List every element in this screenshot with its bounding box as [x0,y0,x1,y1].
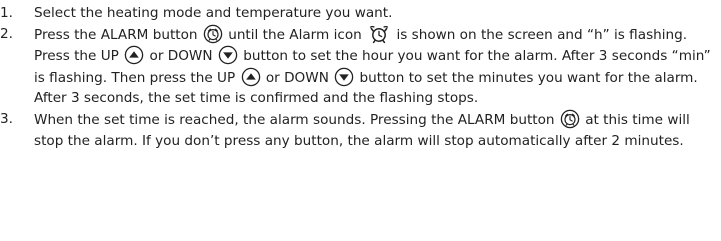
step-text: Press the ALARM button [34,26,198,43]
alarm-button-icon [560,109,580,129]
step-3: 3. When the set time is reached, the ala… [0,109,721,151]
instructions: 1. Select the heating mode and temperatu… [0,0,721,151]
down-arrow-button-icon [334,67,354,87]
up-arrow-button-icon [241,67,261,87]
step-number: 3. [0,110,13,127]
step-text: until the Alarm icon [228,26,362,43]
steps-list: 1. Select the heating mode and temperatu… [0,3,721,151]
alarm-clock-icon [367,24,391,44]
step-number: 1. [0,5,13,21]
step-text: or DOWN [265,69,329,86]
step-number: 2. [0,25,13,42]
step-1: 1. Select the heating mode and temperatu… [0,3,721,24]
step-text: Select the heating mode and temperature … [34,5,393,21]
step-text: When the set time is reached, the alarm … [34,111,555,128]
up-arrow-button-icon [124,45,144,65]
step-2: 2. Press the ALARM button until the Alar… [0,24,721,109]
down-arrow-button-icon [218,45,238,65]
step-text: or DOWN [149,48,213,65]
alarm-button-icon [203,24,223,44]
